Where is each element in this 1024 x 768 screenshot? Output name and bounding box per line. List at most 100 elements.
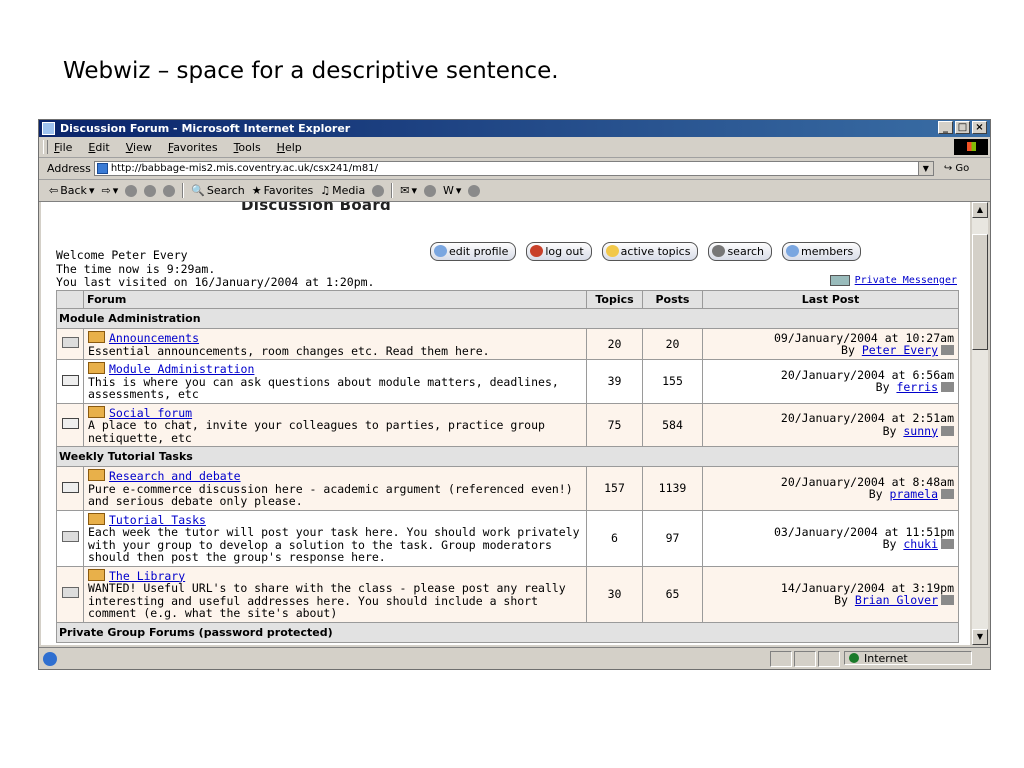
topics-count: 30: [586, 565, 643, 623]
media-button[interactable]: ♫ Media: [320, 184, 365, 197]
go-to-post-icon[interactable]: [941, 489, 954, 500]
active-topics-button[interactable]: active topics: [601, 242, 699, 261]
windows-logo-icon: [954, 139, 988, 155]
forum-description: Essential announcements, room changes et…: [88, 343, 490, 358]
posts-count: 1139: [642, 466, 703, 511]
category-name: Private Group Forums (password protected…: [56, 621, 959, 643]
scroll-up-icon[interactable]: ▲: [972, 202, 988, 218]
members-button[interactable]: members: [782, 242, 862, 261]
address-bar: Address http://babbage-mis2.mis.coventry…: [39, 158, 990, 180]
header-last-post: Last Post: [702, 290, 959, 309]
ie-icon: [42, 122, 55, 135]
title-bar[interactable]: Discussion Forum - Microsoft Internet Ex…: [39, 120, 990, 137]
posts-count: 97: [642, 509, 703, 567]
browser-window: Discussion Forum - Microsoft Internet Ex…: [38, 119, 991, 670]
edit-button[interactable]: W ▾: [443, 184, 461, 197]
scroll-thumb[interactable]: [972, 234, 988, 350]
menu-file[interactable]: File: [54, 141, 72, 154]
discuss-icon[interactable]: [468, 184, 481, 197]
log-out-button[interactable]: log out: [526, 242, 592, 261]
by-prefix: By: [882, 423, 897, 438]
edit-profile-label: edit profile: [449, 245, 509, 258]
status-bar: Internet: [39, 647, 990, 669]
board-title: Discussion Board: [241, 202, 392, 214]
by-prefix: By: [841, 343, 855, 357]
standard-toolbar: ⇦ Back ▾ ⇨ ▾ 🔍 Search ★ Favorites ♫ Media ✉ …: [39, 180, 990, 202]
toolbar-grip[interactable]: [43, 140, 48, 154]
menu-tools[interactable]: Tools: [234, 141, 261, 154]
favorites-button[interactable]: ★ Favorites: [252, 184, 314, 197]
last-post-author[interactable]: ferris: [896, 380, 938, 394]
last-post-author[interactable]: pramela: [890, 487, 938, 501]
posts-count: 20: [642, 328, 703, 360]
forum-status-icon: [61, 337, 79, 349]
go-to-post-icon[interactable]: [941, 595, 954, 605]
search-icon: 🔍: [191, 184, 205, 197]
history-icon[interactable]: [372, 184, 385, 197]
by-prefix: By: [875, 380, 890, 395]
home-icon[interactable]: [163, 184, 176, 197]
welcome-block: Welcome Peter Every The time now is 9:29…: [56, 248, 375, 290]
forward-button[interactable]: ⇨ ▾: [101, 184, 118, 197]
address-dropdown-icon[interactable]: ▼: [917, 162, 933, 175]
category-row: Module Administration: [56, 308, 959, 329]
media-icon: ♫: [320, 184, 331, 197]
close-button[interactable]: ×: [972, 121, 987, 134]
go-label: Go: [955, 163, 970, 174]
topics-count: 6: [586, 509, 643, 567]
folder-icon: [88, 331, 105, 343]
go-to-post-icon[interactable]: [941, 345, 954, 355]
private-messenger-label: Private Messenger: [854, 275, 957, 286]
stop-icon[interactable]: [125, 184, 138, 197]
search-forum-button[interactable]: search: [708, 242, 772, 261]
mail-icon: ✉: [400, 184, 410, 197]
maximize-button[interactable]: □: [955, 121, 970, 134]
go-button[interactable]: ↪ Go: [944, 163, 969, 174]
time-now-text: The time now is 9:29am.: [56, 261, 216, 276]
scroll-down-icon[interactable]: ▼: [972, 629, 988, 645]
go-to-post-icon[interactable]: [941, 539, 954, 549]
category-name: Weekly Tutorial Tasks: [56, 446, 959, 467]
last-visit-text: You last visited on 16/January/2004 at 1…: [56, 275, 375, 289]
menu-favorites[interactable]: Favorites: [168, 141, 218, 154]
menu-help[interactable]: Help: [277, 141, 302, 154]
topics-count: 157: [586, 466, 643, 511]
vertical-scrollbar[interactable]: ▲ ▼: [972, 202, 988, 645]
header-topics: Topics: [586, 290, 643, 309]
forum-status-icon: [61, 481, 79, 493]
active-topics-label: active topics: [620, 245, 691, 258]
last-post-author[interactable]: sunny: [903, 424, 938, 438]
table-row: The Library WANTED! Useful URL's to share…: [56, 565, 959, 623]
print-icon[interactable]: [423, 184, 436, 197]
minimize-button[interactable]: _: [938, 121, 953, 134]
last-post-author[interactable]: Brian Glover: [855, 593, 938, 607]
forum-description: This is where you can ask questions abou…: [88, 374, 559, 401]
last-post-author[interactable]: Peter Every: [862, 343, 938, 357]
go-to-post-icon[interactable]: [941, 425, 954, 436]
zone-label: Internet: [864, 651, 908, 665]
private-messenger-link[interactable]: Private Messenger: [829, 275, 957, 286]
mail-button[interactable]: ✉ ▾: [400, 184, 417, 197]
table-row: Tutorial Tasks Each week the tutor will p…: [56, 509, 959, 567]
forum-description: Pure e-commerce discussion here - academ…: [88, 481, 573, 508]
members-label: members: [801, 245, 854, 258]
back-label: Back: [60, 184, 87, 197]
back-button[interactable]: ⇦ Back ▾: [49, 184, 94, 197]
menu-view[interactable]: View: [126, 141, 152, 154]
search-button[interactable]: 🔍 Search: [191, 184, 245, 197]
go-to-post-icon[interactable]: [941, 382, 954, 393]
forum-status-icon: [61, 374, 79, 386]
log-out-label: log out: [545, 245, 584, 258]
menu-edit[interactable]: Edit: [88, 141, 109, 154]
table-row: Module Administration This is where you c…: [56, 359, 959, 404]
menu-bar: File Edit View Favorites Tools Help: [39, 137, 990, 158]
forum-status-icon: [61, 587, 79, 599]
edit-profile-button[interactable]: edit profile: [430, 242, 517, 261]
refresh-icon[interactable]: [144, 184, 157, 197]
address-input[interactable]: http://babbage-mis2.mis.coventry.ac.uk/c…: [93, 161, 934, 176]
forward-arrow-icon: ⇨: [101, 184, 111, 197]
header-posts: Posts: [642, 290, 703, 309]
messenger-icon: [829, 275, 850, 286]
last-post-author[interactable]: chuki: [903, 537, 938, 551]
word-icon: W: [442, 184, 454, 197]
